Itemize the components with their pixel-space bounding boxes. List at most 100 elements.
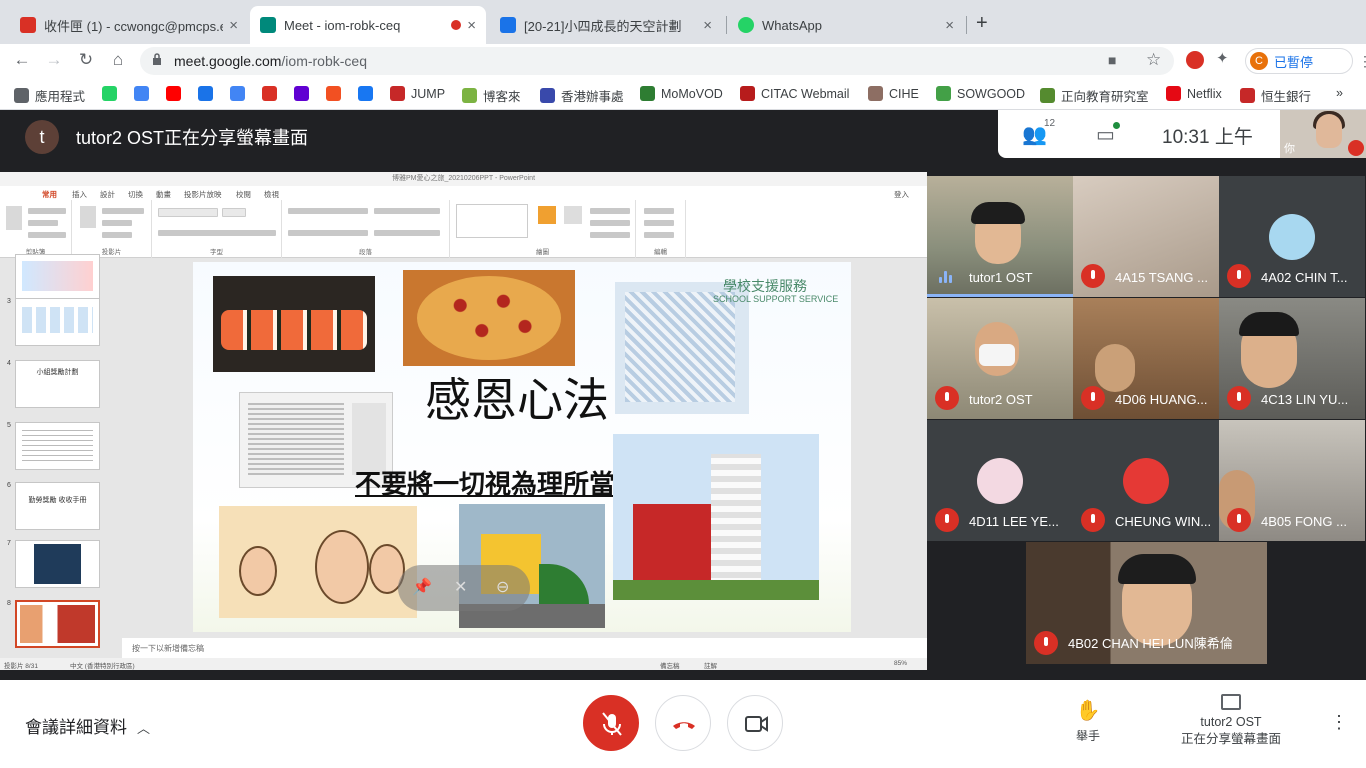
bookmark-item[interactable]: JUMP: [390, 86, 445, 101]
ppt-tab-design[interactable]: 設計: [100, 189, 115, 200]
participant-tile[interactable]: 4C13 LIN YU...: [1219, 298, 1365, 419]
remove-icon[interactable]: ⊖: [496, 577, 509, 597]
mic-off-icon: [602, 712, 622, 736]
ppt-tab-review[interactable]: 校閱: [236, 189, 251, 200]
close-icon[interactable]: ×: [703, 17, 712, 34]
tab-gmail[interactable]: 收件匣 (1) - ccwongc@pmcps.e ×: [10, 6, 248, 44]
close-icon[interactable]: ×: [945, 17, 954, 34]
microphone-toggle-button[interactable]: [583, 695, 639, 751]
shapes-gallery[interactable]: [456, 204, 528, 238]
self-view-tile[interactable]: 你: [1280, 110, 1366, 158]
bookmark-item[interactable]: [166, 86, 187, 101]
participant-tile[interactable]: CHEUNG WIN...: [1073, 420, 1219, 541]
bookmark-item[interactable]: 博客來: [462, 86, 521, 105]
forward-button[interactable]: →: [43, 50, 65, 70]
bookmark-item[interactable]: [262, 86, 283, 101]
browser-menu-icon[interactable]: ⋮: [1358, 53, 1366, 70]
bookmark-item[interactable]: 恒生銀行: [1240, 86, 1311, 105]
quick-styles-icon[interactable]: [564, 206, 582, 224]
bookmark-item[interactable]: 應用程式: [14, 86, 85, 105]
arrange-icon[interactable]: [538, 206, 556, 224]
notes-toggle[interactable]: 備忘稿: [660, 660, 680, 670]
camera-toggle-button[interactable]: [727, 695, 783, 751]
ppt-tab-insert[interactable]: 插入: [72, 189, 87, 200]
participant-tile[interactable]: tutor1 OST: [927, 176, 1073, 297]
bookmark-label: MoMoVOD: [661, 86, 723, 101]
participant-tile[interactable]: 4A02 CHIN T...: [1219, 176, 1365, 297]
back-button[interactable]: ←: [11, 50, 33, 70]
raise-hand-button[interactable]: ✋ 舉手: [1070, 698, 1106, 744]
ppt-tab-view[interactable]: 檢視: [264, 189, 279, 200]
close-icon[interactable]: ×: [229, 17, 238, 34]
bookmark-favicon-icon: [294, 86, 309, 101]
bookmark-item[interactable]: [102, 86, 123, 101]
bookmark-item[interactable]: [358, 86, 379, 101]
camera-icon[interactable]: ■: [1108, 52, 1116, 68]
puzzle-icon[interactable]: ✦: [1216, 49, 1234, 67]
zoom-level[interactable]: 85%: [894, 660, 907, 667]
bookmark-item[interactable]: SOWGOOD: [936, 86, 1025, 101]
apps-grid-icon: [14, 88, 29, 103]
address-bar[interactable]: meet.google.com/iom-robk-ceq ■ ☆: [140, 47, 1174, 75]
slide-thumbnail-selected[interactable]: [15, 600, 100, 648]
extension-icon[interactable]: [1186, 51, 1204, 69]
bookmarks-overflow-button[interactable]: »: [1336, 86, 1343, 100]
more-options-icon[interactable]: ⋮: [1330, 712, 1348, 733]
ppt-tab-transitions[interactable]: 切換: [128, 189, 143, 200]
participant-tile[interactable]: 4D11 LEE YE...: [927, 420, 1073, 541]
tab-classroom[interactable]: [20-21]小四成長的天空計劃 ×: [490, 6, 722, 44]
new-tab-button[interactable]: +: [976, 12, 988, 35]
participant-tile[interactable]: tutor2 OST: [927, 298, 1073, 419]
bookmark-item[interactable]: 正向教育研究室: [1040, 86, 1149, 105]
leave-call-button[interactable]: [655, 695, 711, 751]
bookmark-item[interactable]: [134, 86, 155, 101]
slide-thumbnail[interactable]: [15, 422, 100, 470]
reload-button[interactable]: ↻: [75, 50, 97, 70]
browser-tab-strip: 收件匣 (1) - ccwongc@pmcps.e × Meet - iom-r…: [0, 0, 1366, 44]
ppt-signin[interactable]: 登入: [894, 189, 909, 200]
participant-tile[interactable]: 4A15 TSANG ...: [1073, 176, 1219, 297]
shared-screen-powerpoint[interactable]: 博雅PM愛心之旅_20210206PPT - PowerPoint 檔案 常用 …: [0, 172, 927, 670]
ribbon-group-clipboard: 剪貼簿: [0, 200, 72, 258]
bookmark-item[interactable]: [198, 86, 219, 101]
home-button[interactable]: ⌂: [107, 50, 129, 70]
ppt-tab-home[interactable]: 常用: [42, 189, 57, 200]
mute-icon[interactable]: ✕: [454, 577, 467, 597]
meeting-details-button[interactable]: 會議詳細資料 ︿: [25, 713, 150, 738]
participant-tile[interactable]: 4B02 CHAN HEI LUN陳希倫: [1026, 542, 1267, 664]
new-slide-icon[interactable]: [80, 206, 96, 228]
bookmark-item[interactable]: [326, 86, 347, 101]
slide-thumbnail[interactable]: [15, 298, 100, 346]
bookmark-favicon-icon: [166, 86, 181, 101]
presentation-status-button[interactable]: tutor2 OST 正在分享螢幕畫面: [1172, 694, 1290, 748]
profile-button[interactable]: C 已暫停: [1245, 48, 1353, 74]
bookmark-item[interactable]: [230, 86, 251, 101]
paste-icon[interactable]: [6, 206, 22, 230]
group-label: 繪圖: [536, 249, 549, 256]
slide-thumbnail[interactable]: 小組獎勵計劃: [15, 360, 100, 408]
pin-icon[interactable]: 📌: [412, 577, 432, 597]
meet-control-bar: 會議詳細資料 ︿ ✋ 舉手 tutor2 OST 正在分享螢幕畫面 ⋮: [0, 680, 1366, 768]
pin-overlay-controls[interactable]: 📌 ✕ ⊖: [398, 565, 530, 611]
bookmark-item[interactable]: MoMoVOD: [640, 86, 723, 101]
bookmark-item[interactable]: Netflix: [1166, 86, 1222, 101]
participant-tile[interactable]: 4B05 FONG ...: [1219, 420, 1365, 541]
tab-meet[interactable]: Meet - iom-robk-ceq ×: [250, 6, 486, 44]
slide-thumbnail[interactable]: 勤勞獎勵 收收手冊: [15, 482, 100, 530]
bookmark-item[interactable]: 香港辦事處: [540, 86, 624, 105]
comments-toggle[interactable]: 註解: [704, 660, 717, 670]
bookmark-item[interactable]: CIHE: [868, 86, 919, 101]
bookmark-item[interactable]: [294, 86, 315, 101]
close-icon[interactable]: ×: [467, 17, 476, 34]
bookmark-favicon-icon: [936, 86, 951, 101]
participant-tile[interactable]: 4D06 HUANG...: [1073, 298, 1219, 419]
tab-whatsapp[interactable]: WhatsApp ×: [728, 6, 964, 44]
bookmark-item[interactable]: CITAC Webmail: [740, 86, 849, 101]
slide-thumbnail[interactable]: [15, 540, 100, 588]
notes-pane[interactable]: 按一下以新增備忘稿: [122, 638, 927, 658]
star-icon[interactable]: ☆: [1146, 50, 1161, 70]
slide-thumbnail[interactable]: [15, 254, 100, 302]
ppt-tab-animations[interactable]: 動畫: [156, 189, 171, 200]
ppt-tab-slideshow[interactable]: 投影片放映: [184, 189, 222, 200]
chevron-up-icon: ︿: [137, 721, 151, 736]
